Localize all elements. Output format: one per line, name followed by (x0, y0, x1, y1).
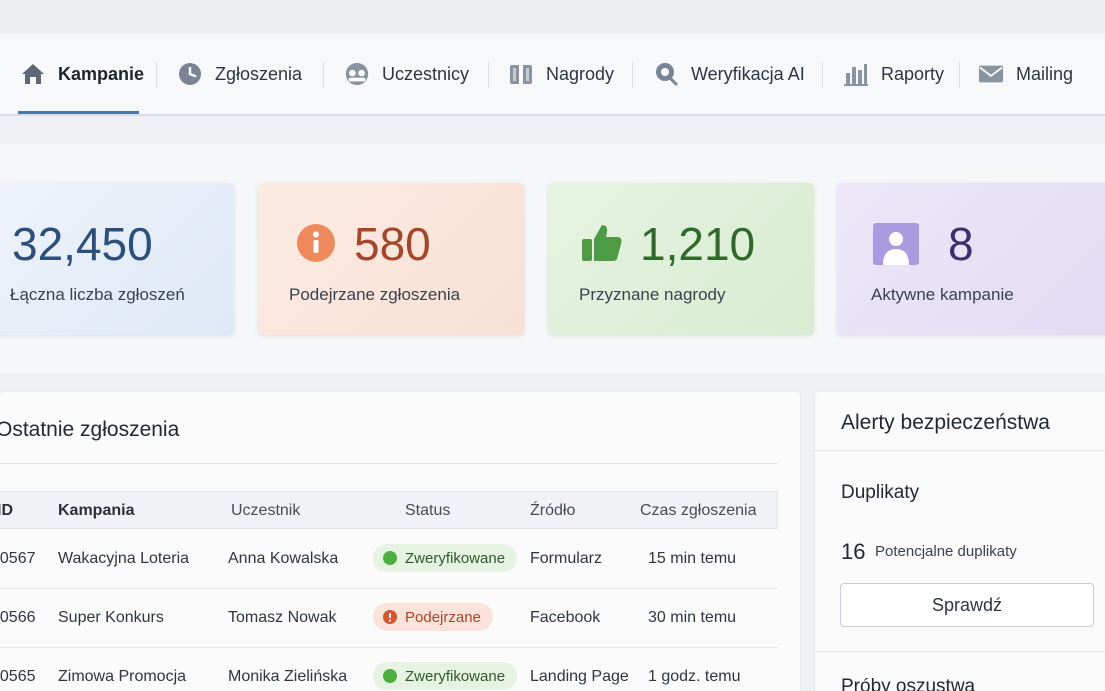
nav-label: Kampanie (58, 63, 145, 84)
info-icon (296, 223, 336, 263)
fraud-attempts-heading: Próby oszustwa (841, 676, 976, 691)
nav-item-weryfikacja-ai[interactable]: Weryfikacja AI (653, 34, 805, 114)
status-text: Podejrzane (405, 608, 481, 626)
stat-value: 1,210 (640, 218, 756, 270)
stat-label: Przyznane nagrody (579, 285, 726, 304)
nav-divider (488, 62, 489, 88)
stat-card-suspicious: 580 Podejrzane zgłoszenia (258, 183, 524, 335)
stat-card-campaigns: 8 Aktywne kampanie (837, 183, 1105, 335)
nav-label: Zgłoszenia (215, 63, 303, 84)
active-tab-indicator (18, 111, 139, 114)
cell-campaign[interactable]: Wakacyjna Loteria (58, 550, 189, 568)
panel-title: Ostatnie zgłoszenia (0, 418, 180, 441)
status-dot (383, 551, 397, 565)
cell-campaign[interactable]: Super Konkurs (58, 609, 164, 627)
cell-campaign[interactable]: Zimowa Promocja (58, 668, 186, 686)
stat-value: 32,450 (12, 218, 153, 270)
status-text: Zweryfikowane (405, 667, 506, 685)
nav-divider (632, 62, 633, 88)
column-header-status[interactable]: Status (405, 502, 450, 520)
cell-id: 10565 (0, 668, 36, 685)
nav-item-zgloszenia[interactable]: Zgłoszenia (177, 34, 302, 114)
status-dot (383, 669, 397, 683)
top-band (0, 0, 1105, 34)
stat-label: Podejrzane zgłoszenia (289, 285, 461, 304)
cell-id: 10566 (0, 609, 36, 626)
panel-title: Alerty bezpieczeństwa (841, 411, 1050, 434)
cell-id: 10567 (0, 550, 36, 567)
status-badge-verified: Zweryfikowane (373, 662, 518, 690)
duplicates-heading: Duplikaty (841, 482, 920, 503)
duplicates-count: 16 (841, 539, 866, 564)
cell-participant[interactable]: Tomasz Nowak (228, 609, 336, 627)
nav-item-mailing[interactable]: Mailing (978, 34, 1073, 114)
stat-label: Aktywne kampanie (871, 285, 1014, 304)
check-duplicates-button[interactable]: Sprawdź (840, 583, 1094, 627)
stat-value: 8 (948, 218, 974, 270)
nav-divider (323, 62, 324, 88)
thumbs-up-icon (580, 223, 622, 263)
cell-time: 15 min temu (648, 550, 737, 567)
column-header-uczestnik[interactable]: Uczestnik (231, 502, 300, 520)
nav-label: Mailing (1016, 63, 1074, 84)
column-header-kampania[interactable]: Kampania (58, 502, 134, 520)
divider (0, 463, 778, 464)
nav-divider (156, 62, 157, 88)
row-divider (0, 647, 778, 648)
cell-source: Landing Page (530, 668, 629, 685)
stat-value: 580 (354, 218, 431, 270)
main-navigation: Kampanie Zgłoszenia Uczestnicy Nagrody W… (0, 34, 1105, 116)
cell-time: 30 min temu (648, 609, 737, 626)
home-icon (20, 61, 46, 87)
cell-participant[interactable]: Anna Kowalska (228, 550, 338, 568)
stat-label: Łączna liczba zgłoszeń (10, 285, 185, 304)
column-header-id[interactable]: ID (0, 502, 13, 520)
nav-divider (822, 62, 823, 88)
mail-icon (978, 61, 1004, 87)
stat-card-awards: 1,210 Przyznane nagrody (548, 183, 814, 335)
nav-label: Uczestnicy (382, 63, 470, 84)
divider (815, 450, 1105, 451)
column-header-zrodlo[interactable]: Źródło (530, 502, 575, 520)
clock-icon (177, 61, 203, 87)
status-badge-suspicious: Podejrzane (373, 603, 493, 631)
gift-icon (508, 61, 534, 87)
nav-item-nagrody[interactable]: Nagrody (508, 34, 614, 114)
duplicates-label: Potencjalne duplikaty (875, 543, 1017, 560)
nav-divider (959, 62, 960, 88)
cell-source: Facebook (530, 609, 601, 626)
column-header-czas[interactable]: Czas zgłoszenia (640, 502, 757, 520)
cell-participant[interactable]: Monika Zielińska (228, 668, 347, 686)
nav-label: Weryfikacja AI (691, 63, 805, 84)
person-icon (873, 223, 919, 265)
divider (815, 651, 1105, 652)
alert-icon (383, 610, 397, 624)
nav-item-raporty[interactable]: Raporty (843, 34, 944, 114)
nav-label: Nagrody (546, 63, 615, 84)
status-text: Zweryfikowane (405, 549, 506, 567)
status-badge-verified: Zweryfikowane (373, 544, 518, 572)
nav-label: Raporty (881, 63, 945, 84)
stat-card-total: 32,450 Łączna liczba zgłoszeń (0, 183, 234, 335)
nav-item-uczestnicy[interactable]: Uczestnicy (344, 34, 469, 114)
bar-chart-icon (843, 61, 869, 87)
nav-item-kampanie[interactable]: Kampanie (20, 34, 144, 114)
ai-search-icon (653, 61, 679, 87)
cell-source: Formularz (530, 550, 603, 567)
users-icon (344, 61, 370, 87)
row-divider (0, 588, 778, 589)
cell-time: 1 godz. temu (648, 668, 741, 685)
